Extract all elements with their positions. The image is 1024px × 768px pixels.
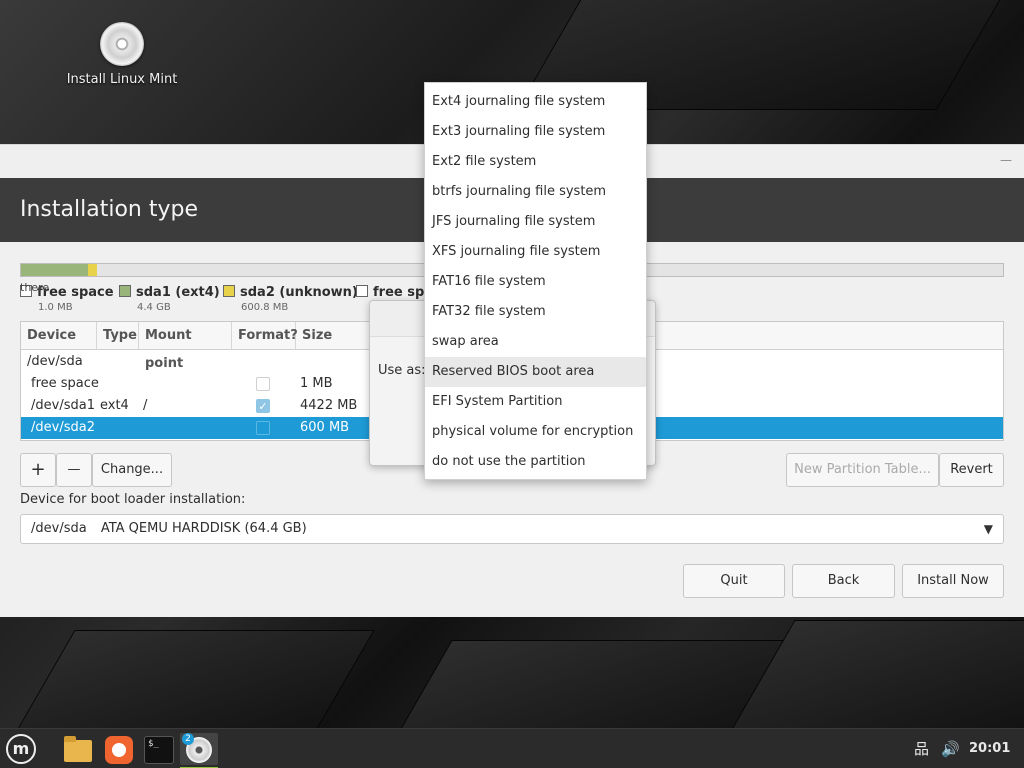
firefox-launcher[interactable] <box>102 733 136 765</box>
legend-warning: there <box>20 281 50 294</box>
cell-size: 600 MB <box>300 420 350 435</box>
column-device[interactable]: Device <box>21 322 97 350</box>
format-checkbox[interactable] <box>256 421 270 435</box>
bootloader-description: ATA QEMU HARDDISK (64.4 GB) <box>100 521 307 536</box>
install-now-button[interactable]: Install Now <box>902 564 1004 598</box>
disc-icon <box>100 22 144 66</box>
use-as-dropdown-menu: Ext4 journaling file system Ext3 journal… <box>424 82 647 480</box>
desktop-install-icon[interactable]: Install Linux Mint <box>62 22 182 87</box>
legend-size: 1.0 MB <box>38 302 73 313</box>
cell-size: 1 MB <box>300 376 333 391</box>
menu-item-do-not-use[interactable]: do not use the partition <box>425 447 646 477</box>
cell-device: free space <box>31 376 99 391</box>
change-partition-button[interactable]: Change... <box>92 453 172 487</box>
menu-item-fat16[interactable]: FAT16 file system <box>425 267 646 297</box>
bootloader-label: Device for boot loader installation: <box>20 492 246 507</box>
partition-bar-segment <box>88 264 98 276</box>
mint-menu-icon[interactable]: m <box>6 734 36 764</box>
remove-partition-button[interactable]: — <box>56 453 92 487</box>
bootloader-device: /dev/sda <box>31 521 87 536</box>
menu-item-efi[interactable]: EFI System Partition <box>425 387 646 417</box>
menu-item-swap[interactable]: swap area <box>425 327 646 357</box>
menu-item-btrfs[interactable]: btrfs journaling file system <box>425 177 646 207</box>
cell-device: /dev/sda1 <box>31 398 95 413</box>
background-slab <box>725 620 1024 728</box>
quit-button[interactable]: Quit <box>683 564 785 598</box>
menu-item-bios-boot[interactable]: Reserved BIOS boot area <box>425 357 646 387</box>
legend-size: 600.8 MB <box>241 302 289 313</box>
window-count-badge: 2 <box>182 733 194 745</box>
bootloader-select[interactable]: /dev/sda ATA QEMU HARDDISK (64.4 GB) ▼ <box>20 514 1004 544</box>
new-partition-table-button[interactable]: New Partition Table... <box>786 453 939 487</box>
format-checkbox[interactable]: ✓ <box>256 399 270 413</box>
partition-bar-segment <box>21 264 89 276</box>
terminal-icon: $_ <box>144 736 174 764</box>
menu-item-ext4[interactable]: Ext4 journaling file system <box>425 87 646 117</box>
desktop-icon-label: Install Linux Mint <box>66 72 178 87</box>
background-slab <box>5 630 375 728</box>
menu-item-fat32[interactable]: FAT32 file system <box>425 297 646 327</box>
use-as-label: Use as: <box>378 363 426 378</box>
legend-swatch <box>119 285 131 297</box>
chevron-down-icon: ▼ <box>983 522 993 536</box>
taskbar: m $_ 2 品 🔊 20:01 <box>0 728 1024 768</box>
installer-taskbar-button[interactable]: 2 <box>180 733 218 768</box>
legend-sda1: sda1 (ext4) 4.4 GB <box>119 285 220 313</box>
back-button[interactable]: Back <box>792 564 895 598</box>
cell-device: /dev/sda <box>27 354 83 369</box>
revert-button[interactable]: Revert <box>939 453 1004 487</box>
files-launcher[interactable] <box>62 733 96 765</box>
legend-name: sda1 (ext4) <box>136 285 220 300</box>
legend-free-space: there free space 1.0 MB <box>20 281 114 313</box>
network-icon[interactable]: 品 <box>914 729 929 768</box>
menu-item-ext3[interactable]: Ext3 journaling file system <box>425 117 646 147</box>
cell-device: /dev/sda2 <box>31 420 95 435</box>
menu-item-xfs[interactable]: XFS journaling file system <box>425 237 646 267</box>
menu-item-encryption[interactable]: physical volume for encryption <box>425 417 646 447</box>
folder-icon <box>64 736 92 762</box>
legend-swatch <box>223 285 235 297</box>
legend-sda2: sda2 (unknown) 600.8 MB <box>223 285 358 313</box>
column-type[interactable]: Type <box>97 322 139 350</box>
volume-icon[interactable]: 🔊 <box>941 729 960 768</box>
terminal-launcher[interactable]: $_ <box>142 733 176 765</box>
menu-item-ext2[interactable]: Ext2 file system <box>425 147 646 177</box>
clock[interactable]: 20:01 <box>969 729 1010 768</box>
column-mount-point[interactable]: Mount point <box>139 322 232 371</box>
menu-item-jfs[interactable]: JFS journaling file system <box>425 207 646 237</box>
format-checkbox[interactable] <box>256 377 270 391</box>
column-size[interactable]: Size <box>296 322 376 350</box>
firefox-icon <box>105 736 133 764</box>
legend-name: sda2 (unknown) <box>240 285 358 300</box>
cell-size: 4422 MB <box>300 398 358 413</box>
cell-type: ext4 <box>100 398 129 413</box>
legend-swatch <box>356 285 368 297</box>
column-format[interactable]: Format? <box>232 322 298 350</box>
minimize-icon[interactable]: — <box>1000 153 1014 167</box>
legend-size: 4.4 GB <box>137 302 171 313</box>
cell-mount: / <box>143 398 148 413</box>
legend-free-space-2: free spa <box>356 285 433 300</box>
add-partition-button[interactable]: + <box>20 453 56 487</box>
